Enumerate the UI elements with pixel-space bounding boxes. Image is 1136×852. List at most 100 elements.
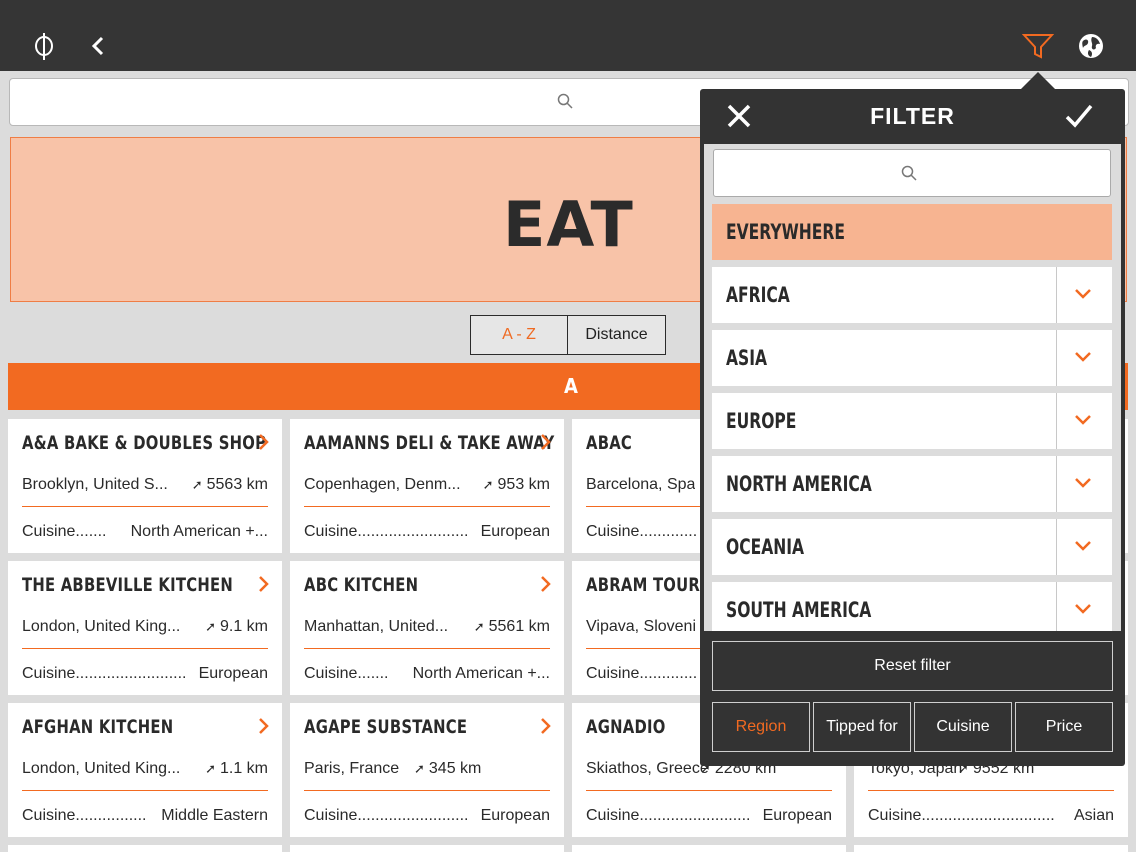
top-bar bbox=[0, 0, 1136, 71]
region-item-oceania[interactable]: OCEANIA bbox=[712, 519, 1112, 575]
region-item-everywhere[interactable]: EVERYWHERE bbox=[712, 204, 1112, 260]
restaurant-card[interactable] bbox=[572, 845, 846, 852]
restaurant-name: AGAPE SUBSTANCE bbox=[304, 716, 468, 738]
sort-az-button[interactable]: A - Z bbox=[471, 316, 568, 354]
cuisine-value: North American +... bbox=[412, 665, 550, 682]
divider bbox=[1056, 267, 1057, 323]
restaurant-distance: 953 km bbox=[497, 476, 550, 493]
chevron-right-icon bbox=[540, 717, 552, 740]
reset-filter-button[interactable]: Reset filter bbox=[712, 641, 1113, 691]
filter-search-input[interactable] bbox=[713, 149, 1111, 197]
restaurant-location: Copenhagen, Denm... bbox=[304, 476, 461, 493]
restaurant-card[interactable]: AGAPE SUBSTANCE Paris, France ➚ 345 km Cu… bbox=[290, 703, 564, 837]
cuisine-value: North American +... bbox=[130, 523, 268, 540]
restaurant-card[interactable]: A&A BAKE & DOUBLES SHOP Brooklyn, United… bbox=[8, 419, 282, 553]
restaurant-location: Barcelona, Spa bbox=[586, 476, 696, 493]
region-item-europe[interactable]: EUROPE bbox=[712, 393, 1112, 449]
phi-logo-icon[interactable] bbox=[26, 28, 62, 64]
tab-price[interactable]: Price bbox=[1015, 702, 1113, 752]
location-arrow-icon: ➚ bbox=[482, 477, 494, 492]
filter-title: FILTER bbox=[870, 103, 955, 129]
restaurant-distance: 5561 km bbox=[488, 618, 550, 635]
restaurant-card[interactable] bbox=[854, 845, 1128, 852]
restaurant-location: Vipava, Sloveni bbox=[586, 618, 696, 635]
restaurant-card[interactable]: THE ABBEVILLE KITCHEN London, United Kin… bbox=[8, 561, 282, 695]
region-label: SOUTH AMERICA bbox=[726, 598, 872, 622]
divider bbox=[304, 790, 550, 791]
divider bbox=[1056, 456, 1057, 512]
restaurant-card[interactable]: AFGHAN KITCHEN London, United King... ➚ 1… bbox=[8, 703, 282, 837]
chevron-down-icon[interactable] bbox=[1074, 350, 1092, 368]
divider bbox=[304, 648, 550, 649]
restaurant-name: AGNADIO bbox=[586, 716, 666, 738]
restaurant-card[interactable]: ABC KITCHEN Manhattan, United... ➚ 5561 k… bbox=[290, 561, 564, 695]
restaurant-location: London, United King... bbox=[22, 618, 181, 635]
restaurant-name: AAMANNS DELI & TAKE AWAY bbox=[304, 432, 555, 454]
region-item-south-america[interactable]: SOUTH AMERICA bbox=[712, 582, 1112, 631]
cuisine-label: Cuisine......................... bbox=[586, 807, 751, 824]
sort-distance-button[interactable]: Distance bbox=[568, 316, 665, 354]
restaurant-card[interactable]: AAMANNS DELI & TAKE AWAY Copenhagen, Den… bbox=[290, 419, 564, 553]
cuisine-value: European bbox=[480, 523, 550, 540]
restaurant-distance: 1.1 km bbox=[219, 760, 268, 777]
divider bbox=[1056, 393, 1057, 449]
back-chevron-icon[interactable] bbox=[80, 28, 116, 64]
filter-tabs: Region Tipped for Cuisine Price bbox=[712, 702, 1113, 752]
location-arrow-icon: ➚ bbox=[191, 477, 203, 492]
restaurant-name: ABC KITCHEN bbox=[304, 574, 419, 596]
restaurant-distance: 9.1 km bbox=[219, 618, 268, 635]
restaurant-location: Skiathos, Greece bbox=[586, 760, 709, 777]
chevron-down-icon[interactable] bbox=[1074, 287, 1092, 305]
funnel-icon[interactable] bbox=[1020, 28, 1056, 64]
cuisine-label: Cuisine............. bbox=[586, 665, 698, 682]
restaurant-card[interactable] bbox=[290, 845, 564, 852]
region-label: ASIA bbox=[726, 346, 768, 370]
restaurant-card[interactable] bbox=[8, 845, 282, 852]
region-item-asia[interactable]: ASIA bbox=[712, 330, 1112, 386]
location-arrow-icon: ➚ bbox=[473, 619, 485, 634]
chevron-right-icon bbox=[258, 433, 270, 456]
tab-tipped-for[interactable]: Tipped for bbox=[813, 702, 911, 752]
cuisine-label: Cuisine......................... bbox=[304, 807, 469, 824]
region-label: AFRICA bbox=[726, 283, 790, 307]
divider bbox=[1056, 330, 1057, 386]
divider bbox=[304, 506, 550, 507]
cuisine-value: Middle Eastern bbox=[161, 807, 268, 824]
tab-cuisine[interactable]: Cuisine bbox=[914, 702, 1012, 752]
region-item-north-america[interactable]: NORTH AMERICA bbox=[712, 456, 1112, 512]
cuisine-label: Cuisine............. bbox=[586, 523, 698, 540]
restaurant-location: London, United King... bbox=[22, 760, 181, 777]
cuisine-value: European bbox=[480, 807, 550, 824]
cuisine-label: Cuisine....... bbox=[22, 523, 107, 540]
restaurant-location: Brooklyn, United S... bbox=[22, 476, 168, 493]
divider bbox=[22, 790, 268, 791]
region-item-africa[interactable]: AFRICA bbox=[712, 267, 1112, 323]
restaurant-distance: 345 km bbox=[428, 760, 482, 777]
chevron-down-icon[interactable] bbox=[1074, 413, 1092, 431]
restaurant-name: ABAC bbox=[586, 432, 633, 454]
divider bbox=[22, 506, 268, 507]
divider bbox=[586, 790, 832, 791]
divider bbox=[1056, 519, 1057, 575]
divider bbox=[868, 790, 1114, 791]
filter-panel: FILTER EVERYWHERE AFRICA ASIA EUROPE NOR… bbox=[700, 89, 1125, 766]
region-label: NORTH AMERICA bbox=[726, 472, 872, 496]
region-label: EUROPE bbox=[726, 409, 797, 433]
cuisine-value: European bbox=[762, 807, 832, 824]
cuisine-value: Asian bbox=[1073, 807, 1114, 824]
search-icon bbox=[901, 165, 917, 186]
divider bbox=[1056, 582, 1057, 631]
chevron-down-icon[interactable] bbox=[1074, 476, 1092, 494]
chevron-down-icon[interactable] bbox=[1074, 539, 1092, 557]
cuisine-label: Cuisine......................... bbox=[304, 523, 469, 540]
globe-icon[interactable] bbox=[1073, 28, 1109, 64]
restaurant-name: A&A BAKE & DOUBLES SHOP bbox=[22, 432, 267, 454]
restaurant-name: AFGHAN KITCHEN bbox=[22, 716, 174, 738]
check-icon[interactable] bbox=[1064, 103, 1094, 134]
tab-region[interactable]: Region bbox=[712, 702, 810, 752]
restaurant-location: Manhattan, United... bbox=[304, 618, 449, 635]
search-icon bbox=[557, 93, 573, 114]
cuisine-label: Cuisine................ bbox=[22, 807, 147, 824]
chevron-down-icon[interactable] bbox=[1074, 602, 1092, 620]
cuisine-label: Cuisine......................... bbox=[22, 665, 187, 682]
